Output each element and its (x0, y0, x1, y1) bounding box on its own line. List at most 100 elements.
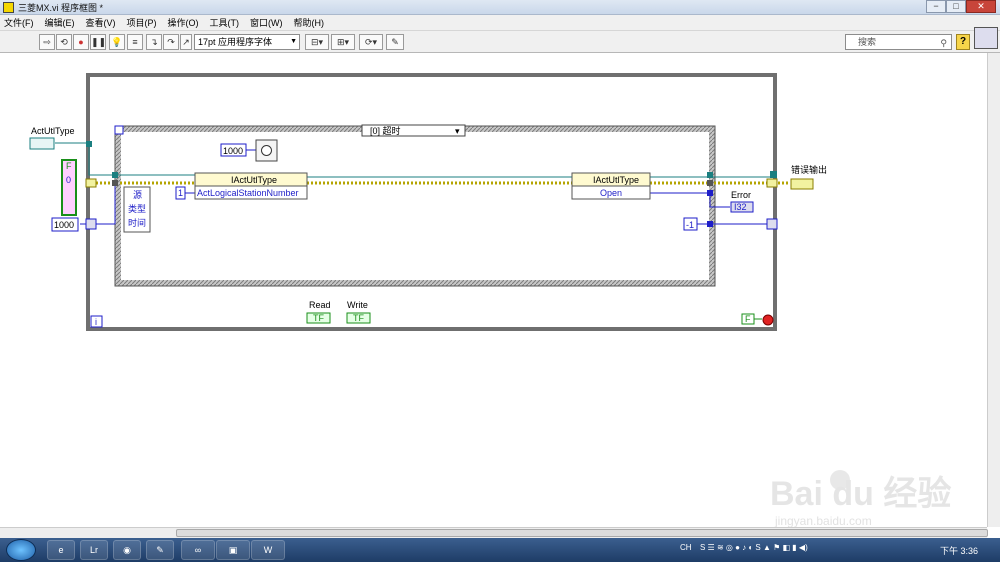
error-tunnel-case-left (112, 180, 118, 186)
error-out-label-text: 错误输出 (791, 164, 827, 175)
step-over-icon[interactable]: ↷ (163, 34, 179, 50)
labview-app-icon (3, 2, 14, 13)
font-select[interactable]: 17pt 应用程序字体 ▼ (194, 34, 300, 50)
event-type-text: 类型 (128, 203, 146, 214)
tray-language[interactable]: CH (680, 543, 692, 552)
const-1000-a-text: 1000 (54, 220, 74, 230)
timeout-wire (80, 183, 116, 225)
toolbar: ⇨ ⟲ ● ❚❚ 💡 ≡ ↴ ↷ ↗ 17pt 应用程序字体 ▼ ⊟▾ ⊞▾ ⟳… (0, 31, 1000, 53)
actutltype-control[interactable] (29, 137, 55, 150)
chrome-icon[interactable]: ◉ (113, 540, 141, 560)
pdf-icon[interactable]: ✎ (146, 540, 174, 560)
node1-prop-text: ActLogicalStationNumber (197, 188, 299, 198)
baidu-watermark: Bai du 经验 jingyan.baidu.com (770, 470, 951, 528)
block-diagram-canvas[interactable]: ActUtlType F 0 1000 1000 [0] 超时 ▾ IActUt… (0, 53, 987, 528)
event-source-text: 源 (133, 190, 142, 200)
pause-icon[interactable]: ❚❚ (90, 34, 106, 50)
refnum-tunnel (86, 141, 92, 147)
retain-wire-values-icon[interactable]: ≡ (127, 34, 143, 50)
scroll-thumb[interactable] (176, 529, 988, 537)
font-select-value: 17pt 应用程序字体 (198, 37, 273, 47)
error-shift-register-right (766, 178, 778, 188)
distribute-objects-icon[interactable]: ⊞▾ (331, 34, 355, 50)
menu-tools[interactable]: 工具(T) (210, 16, 240, 29)
const-1000-b-text: 1000 (223, 146, 243, 156)
chevron-down-icon: ▼ (290, 38, 297, 45)
clock-icon (261, 145, 272, 156)
vertical-scrollbar[interactable] (987, 53, 1000, 527)
neg1-tunnel (707, 221, 713, 227)
maximize-button[interactable]: □ (946, 0, 966, 13)
tray-icons[interactable]: S ☰ ≋ ◎ ● ♪ ◐ S ▲ ⚑ ◧ ▮ ◀) (700, 543, 808, 552)
event-time-text: 时间 (128, 217, 146, 228)
stop-terminal-icon[interactable] (762, 314, 774, 326)
run-continuously-icon[interactable]: ⟲ (56, 34, 72, 50)
event-structure-inner (121, 132, 709, 280)
error-i32-tunnel (707, 190, 713, 196)
close-button[interactable]: ✕ (966, 0, 996, 13)
const-1-text: 1 (178, 188, 183, 198)
menu-window[interactable]: 窗口(W) (250, 16, 283, 29)
step-out-icon[interactable]: ↗ (180, 34, 192, 50)
refnum-tunnel-case-right (707, 172, 713, 178)
error-out-indicator[interactable] (790, 178, 814, 190)
search-icon: ⚲ (940, 38, 947, 48)
loop-i-text: i (95, 317, 97, 327)
const-neg1-text: -1 (686, 220, 694, 230)
menu-project[interactable]: 项目(P) (127, 16, 157, 29)
menu-view[interactable]: 查看(V) (86, 16, 116, 29)
node2-class-text: IActUtlType (593, 175, 639, 185)
timeout-terminal-icon (114, 125, 124, 135)
word-icon[interactable]: W (251, 540, 285, 560)
error-label-text: Error (731, 190, 751, 200)
selector-arrow-icon: ▾ (455, 126, 460, 136)
vi-task-icon[interactable]: ▣ (216, 540, 250, 560)
menu-edit[interactable]: 编辑(E) (45, 16, 75, 29)
labview-task-icon[interactable]: Lr (80, 540, 108, 560)
menu-operate[interactable]: 操作(O) (168, 16, 199, 29)
write-label-text: Write (347, 300, 368, 310)
write-tf-text: TF (353, 313, 364, 323)
timeout-shift-register-right (766, 218, 778, 230)
block-diagram-svg: ActUtlType F 0 1000 1000 [0] 超时 ▾ IActUt… (29, 73, 951, 528)
help-button[interactable]: ? (956, 34, 970, 50)
error-type-text: I32 (734, 202, 747, 212)
timeout-tunnel-left (85, 218, 97, 230)
search-input[interactable]: 搜索 ⚲ (845, 34, 952, 50)
error-shift-register-left (85, 178, 97, 188)
minimize-button[interactable]: − (926, 0, 946, 13)
taskbar: e Lr ◉ ✎ ∞ ▣ W CH S ☰ ≋ ◎ ● ♪ ◐ S ▲ ⚑ ◧ … (0, 538, 1000, 562)
search-placeholder: 搜索 (858, 37, 877, 47)
menu-help[interactable]: 帮助(H) (294, 16, 325, 29)
abort-icon[interactable]: ● (73, 34, 89, 50)
horizontal-scrollbar[interactable] (0, 527, 988, 538)
node2-method-text: Open (600, 188, 622, 198)
menu-file[interactable]: 文件(F) (4, 16, 34, 29)
window-controls: − □ ✕ (926, 0, 996, 13)
stop-bool-f-text: F (66, 161, 72, 171)
actutltype-label: ActUtlType (31, 126, 75, 136)
align-objects-icon[interactable]: ⊟▾ (305, 34, 329, 50)
reorder-icon[interactable]: ⟳▾ (359, 34, 383, 50)
clean-up-diagram-icon[interactable]: ✎ (386, 34, 404, 50)
ie-icon[interactable]: e (47, 540, 75, 560)
title-bar: 三菱MX.vi 程序框图 * − □ ✕ (0, 0, 1000, 15)
window-title: 三菱MX.vi 程序框图 * (18, 3, 104, 13)
highlight-execution-icon[interactable]: 💡 (109, 34, 125, 50)
refnum-tunnel-case-left (112, 172, 118, 178)
start-button[interactable] (6, 539, 36, 561)
clock: 下午 3:36 (940, 546, 979, 556)
read-tf-text: TF (313, 313, 324, 323)
vi-connector-pane-icon[interactable] (974, 27, 998, 49)
svg-text:Bai du 经验: Bai du 经验 (770, 474, 951, 513)
error-tunnel-case-right (707, 180, 713, 186)
run-arrow-icon[interactable]: ⇨ (39, 34, 55, 50)
infinity-app-icon[interactable]: ∞ (181, 540, 215, 560)
read-label-text: Read (309, 300, 331, 310)
svg-text:jingyan.baidu.com: jingyan.baidu.com (774, 514, 872, 527)
node1-class-text: IActUtlType (231, 175, 277, 185)
refnum-tunnel-right (770, 171, 777, 178)
step-into-icon[interactable]: ↴ (146, 34, 162, 50)
numeric-0-text: 0 (66, 175, 71, 185)
case-selector-text: [0] 超时 (370, 125, 401, 136)
